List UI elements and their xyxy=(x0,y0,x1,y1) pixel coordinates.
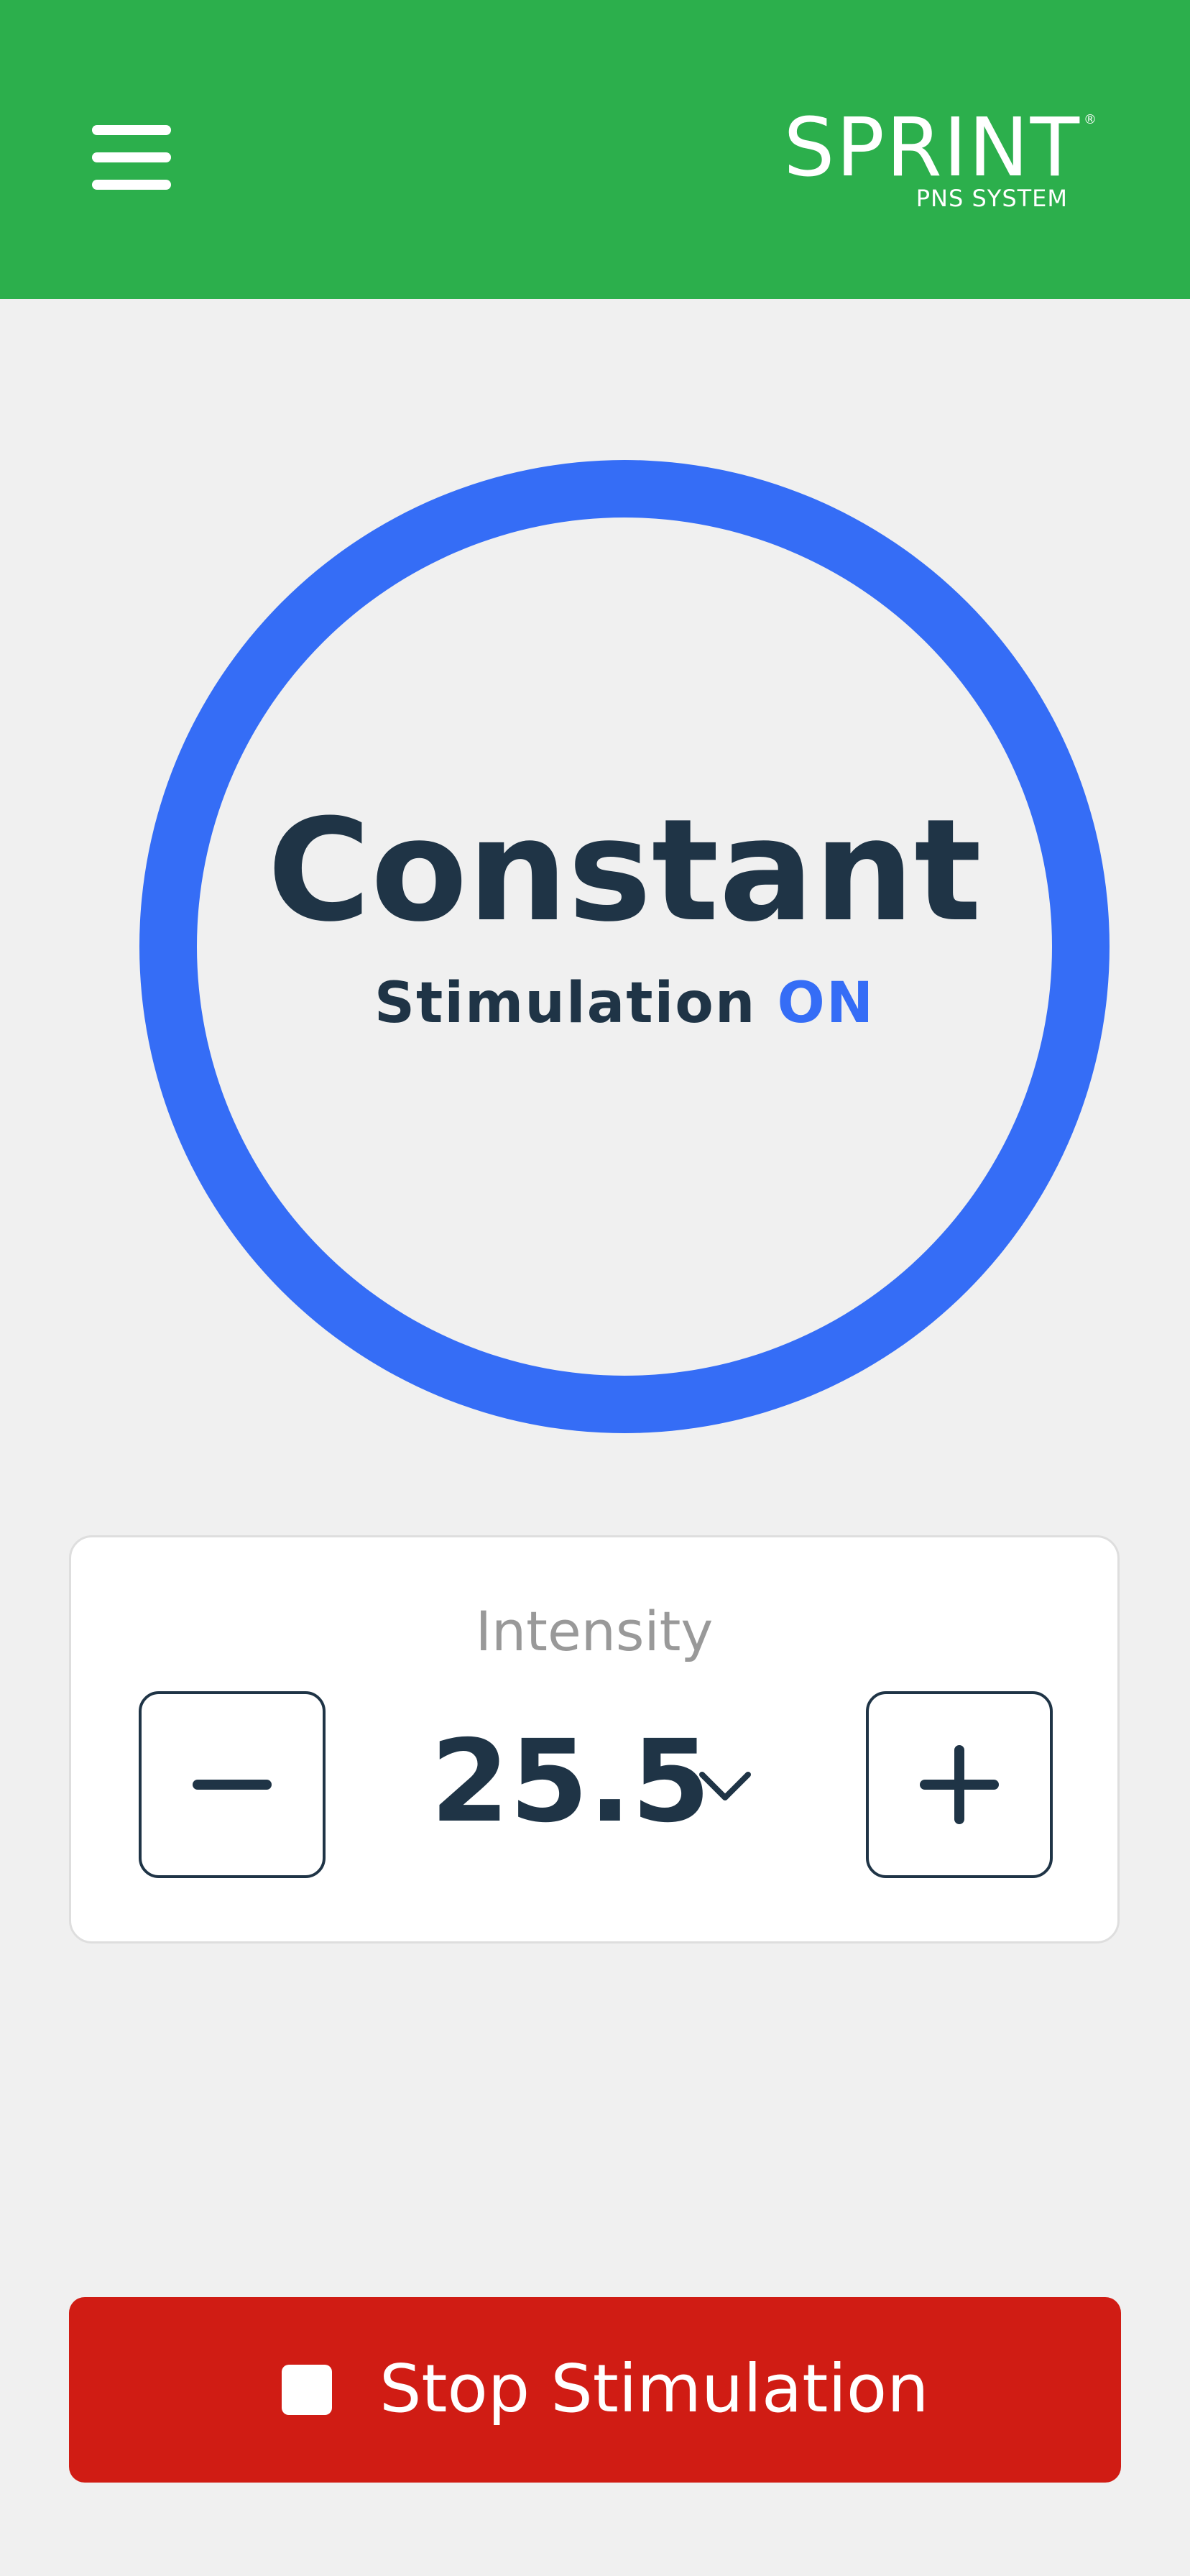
decrease-intensity-button[interactable] xyxy=(139,1691,326,1878)
logo-subtitle: PNS SYSTEM xyxy=(915,185,1068,212)
stop-square-icon xyxy=(282,2365,332,2415)
app-header: SPRINT ® PNS SYSTEM xyxy=(0,0,1190,299)
logo-wordmark: SPRINT xyxy=(783,101,1081,195)
sprint-pns-logo: SPRINT ® PNS SYSTEM xyxy=(767,108,1098,216)
stop-stimulation-button[interactable]: Stop Stimulation xyxy=(69,2297,1121,2483)
stimulation-status-text: Stimulation ON xyxy=(139,969,1110,1038)
chevron-down-icon xyxy=(699,1772,751,1800)
menu-button[interactable] xyxy=(85,118,175,201)
stop-stimulation-label: Stop Stimulation xyxy=(379,2350,929,2427)
intensity-value-selector[interactable]: 25.5 xyxy=(430,1710,754,1868)
increase-intensity-button[interactable] xyxy=(866,1691,1053,1878)
stimulation-label: Stimulation xyxy=(374,971,757,1036)
intensity-label: Intensity xyxy=(475,1599,714,1663)
intensity-card: Intensity 25.5 xyxy=(69,1535,1120,1944)
stimulation-mode-title: Constant xyxy=(267,789,982,953)
plus-icon xyxy=(920,1745,999,1824)
registered-mark: ® xyxy=(1084,112,1097,127)
stimulation-state: ON xyxy=(777,971,875,1036)
intensity-value: 25.5 xyxy=(430,1716,711,1848)
minus-icon xyxy=(193,1780,272,1790)
